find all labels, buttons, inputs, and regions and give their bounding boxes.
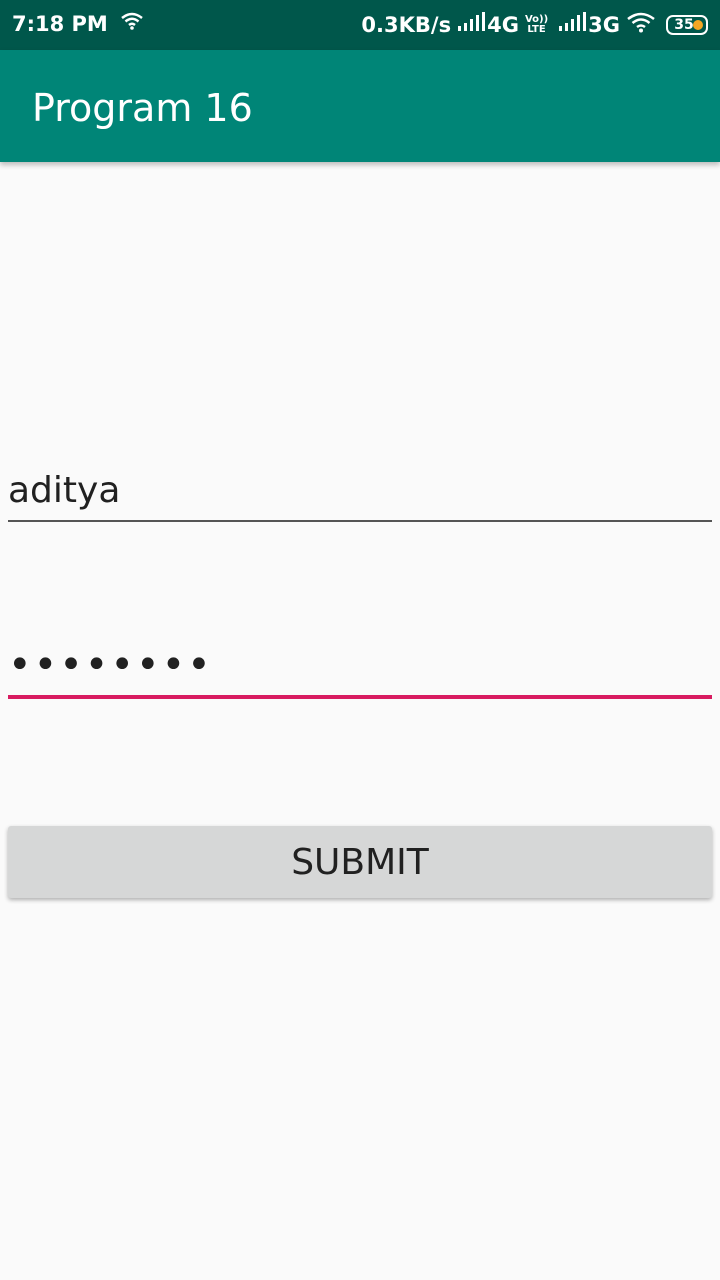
volte-indicator: Vo)) LTE — [524, 13, 549, 35]
username-field[interactable] — [8, 460, 712, 522]
signal-icon — [457, 12, 486, 37]
status-bar: 7:18 PM 0.3KB/s 4G Vo)) LTE 3G 35 — [0, 0, 720, 50]
password-field[interactable] — [8, 635, 712, 699]
status-time: 7:18 PM — [12, 11, 108, 36]
network-speed: 0.3KB/s — [361, 12, 452, 37]
wifi-icon — [120, 11, 144, 36]
signal-icon — [558, 12, 587, 37]
username-input[interactable] — [8, 460, 712, 520]
submit-button[interactable]: SUBMIT — [8, 826, 712, 898]
password-input[interactable] — [8, 635, 712, 695]
status-bar-left: 7:18 PM — [12, 11, 144, 36]
battery-icon: 35 — [666, 14, 708, 35]
network-type-3g: 3G — [588, 12, 620, 37]
username-underline — [8, 520, 712, 522]
status-bar-right: 0.3KB/s 4G Vo)) LTE 3G 35 — [361, 11, 708, 38]
battery-level: 35 — [674, 16, 694, 33]
app-bar: Program 16 — [0, 50, 720, 162]
volte-bottom-label: LTE — [527, 23, 546, 35]
wifi-icon — [626, 11, 656, 38]
volte-top-label: Vo)) — [524, 13, 549, 25]
network-type-4g: 4G — [487, 12, 519, 37]
app-title: Program 16 — [32, 86, 253, 130]
password-underline — [8, 695, 712, 699]
